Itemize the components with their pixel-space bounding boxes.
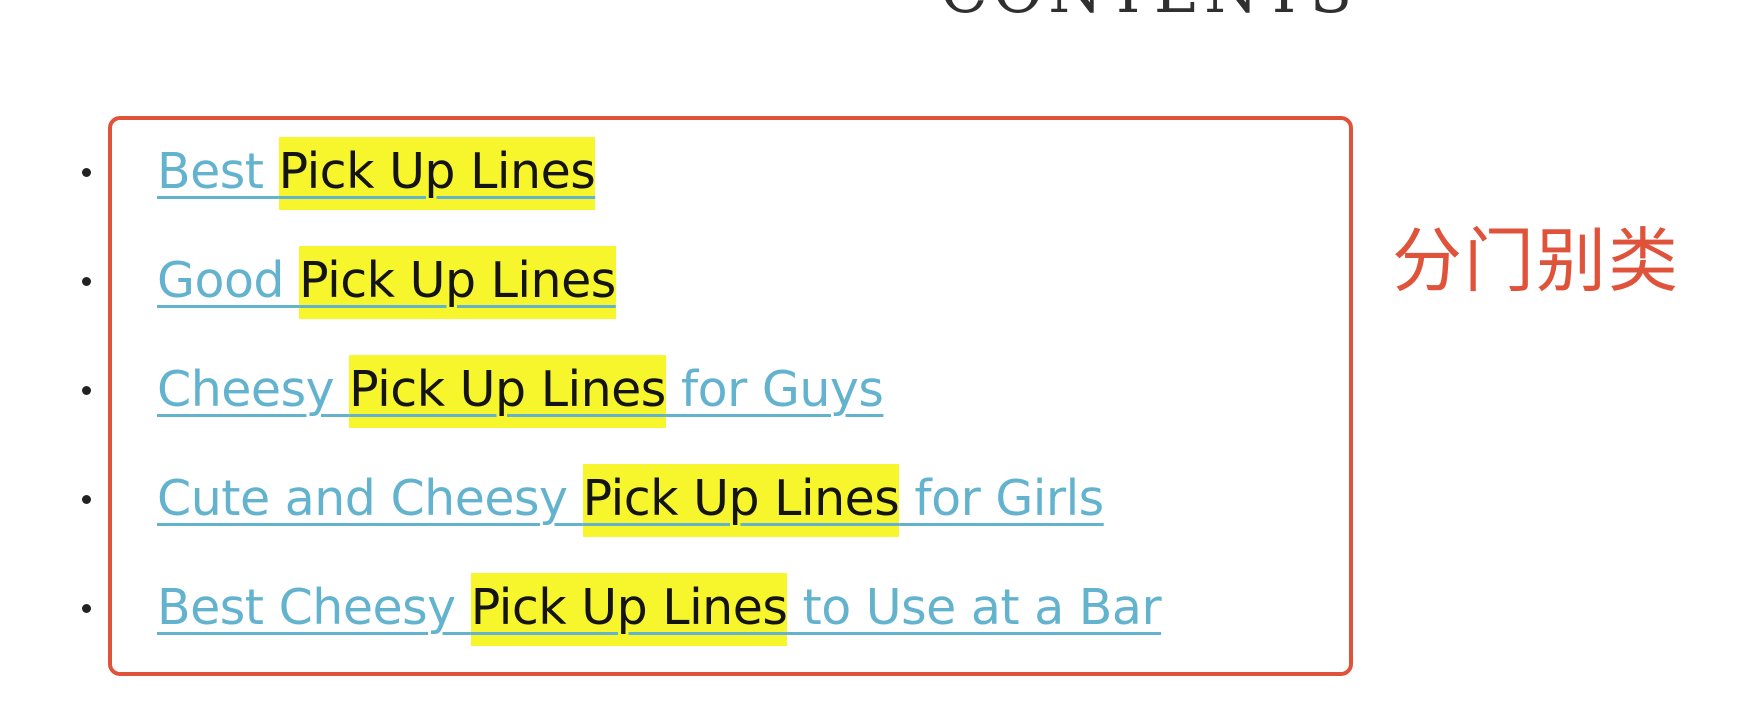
toc-link-best[interactable]: Best Pick Up Lines [157, 132, 596, 212]
link-text-suffix: for Guys [665, 361, 884, 418]
bullet-icon [82, 277, 91, 286]
highlighted-keyword: Pick Up Lines [278, 137, 596, 210]
link-text-prefix: Cheesy [157, 361, 350, 418]
link-text-prefix: Best [157, 143, 279, 200]
bullet-icon [82, 604, 91, 613]
link-text-suffix: for Girls [899, 470, 1104, 527]
annotation-label: 分门别类 [1392, 220, 1680, 302]
highlighted-keyword: Pick Up Lines [470, 573, 788, 646]
contents-heading: CONTENTS [940, 0, 1357, 22]
page: CONTENTS Best Pick Up Lines Good Pick Up… [0, 0, 1746, 702]
bullet-icon [82, 386, 91, 395]
toc-link-cute-cheesy-girls[interactable]: Cute and Cheesy Pick Up Lines for Girls [157, 459, 1104, 539]
link-text-suffix: to Use at a Bar [787, 579, 1162, 636]
link-text-prefix: Good [157, 252, 300, 309]
toc-link-cheesy-guys[interactable]: Cheesy Pick Up Lines for Guys [157, 350, 884, 430]
link-text-prefix: Best Cheesy [157, 579, 471, 636]
highlighted-keyword: Pick Up Lines [299, 246, 616, 319]
toc-link-best-cheesy-bar[interactable]: Best Cheesy Pick Up Lines to Use at a Ba… [157, 568, 1162, 648]
bullet-icon [82, 495, 91, 504]
bullet-icon [82, 168, 91, 177]
toc-link-good[interactable]: Good Pick Up Lines [157, 241, 616, 321]
highlighted-keyword: Pick Up Lines [349, 355, 666, 428]
link-text-prefix: Cute and Cheesy [157, 470, 583, 527]
highlighted-keyword: Pick Up Lines [582, 464, 900, 537]
